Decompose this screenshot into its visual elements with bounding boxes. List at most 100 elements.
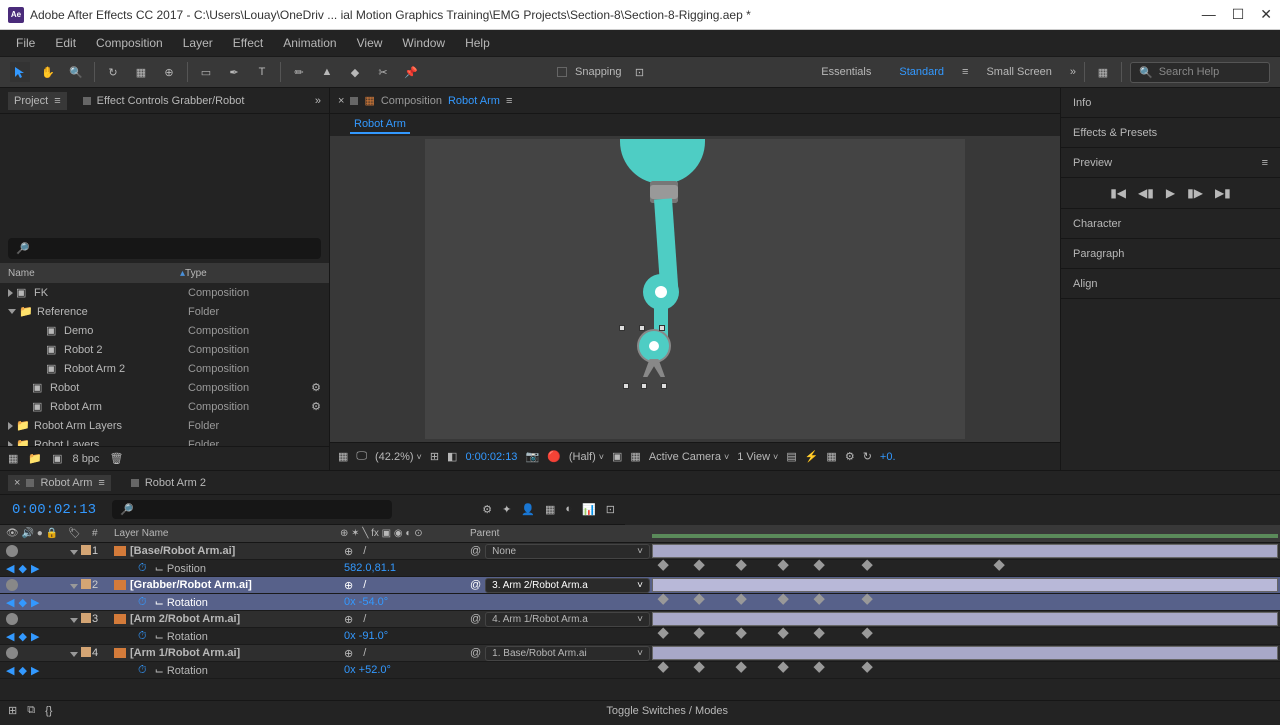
exposure-value[interactable]: +0. — [880, 451, 896, 463]
preview-panel-tab[interactable]: Preview≡ — [1061, 148, 1280, 178]
pickwhip-icon[interactable]: @ — [470, 545, 481, 557]
library-icon[interactable]: ▦ — [1093, 62, 1113, 82]
prev-keyframe-icon[interactable]: ◀ — [6, 664, 14, 677]
keyframe-icon[interactable] — [736, 560, 747, 571]
flowchart-icon[interactable]: ⚙ — [845, 450, 855, 463]
timeline-tab-robot-arm[interactable]: ×Robot Arm≡ — [8, 475, 111, 491]
brush-tool-icon[interactable]: ✏ — [289, 62, 309, 82]
work-area-bar[interactable] — [652, 534, 1278, 538]
align-panel-tab[interactable]: Align — [1061, 269, 1280, 299]
tl-expand-icon[interactable]: ⊞ — [8, 704, 17, 717]
menu-edit[interactable]: Edit — [47, 32, 84, 54]
roi-icon[interactable]: ▣ — [612, 450, 622, 463]
selection-handle[interactable] — [661, 383, 667, 389]
selection-handle[interactable] — [659, 325, 665, 331]
menu-help[interactable]: Help — [457, 32, 498, 54]
next-frame-icon[interactable]: ▮▶ — [1187, 186, 1203, 200]
keyframe-icon[interactable] — [736, 662, 747, 673]
first-frame-icon[interactable]: ▮◀ — [1110, 186, 1126, 200]
stopwatch-icon[interactable]: ⏱ — [138, 664, 147, 677]
timeline-timecode[interactable]: 0:00:02:13 — [0, 502, 108, 518]
mask-toggle-icon[interactable]: ◧ — [447, 450, 457, 463]
eraser-tool-icon[interactable]: ◆ — [345, 62, 365, 82]
prev-keyframe-icon[interactable]: ◀ — [6, 630, 14, 643]
fast-preview-icon[interactable]: ⚡ — [805, 450, 819, 463]
property-value[interactable]: 0x -54.0° — [344, 596, 388, 608]
last-frame-icon[interactable]: ▶▮ — [1215, 186, 1231, 200]
stopwatch-icon[interactable]: ⏱ — [138, 630, 147, 643]
prev-frame-icon[interactable]: ◀▮ — [1138, 186, 1154, 200]
project-item[interactable]: ▣Robot ArmComposition⚙ — [0, 397, 329, 416]
keyframe-icon[interactable] — [694, 594, 705, 605]
property-value[interactable]: 582.0,81.1 — [344, 562, 396, 574]
paragraph-panel-tab[interactable]: Paragraph — [1061, 239, 1280, 269]
snap-options-icon[interactable]: ⊡ — [630, 62, 650, 82]
workspace-menu-icon[interactable]: ≡ — [962, 66, 968, 78]
composition-canvas[interactable] — [425, 139, 965, 439]
keyframe-icon[interactable] — [862, 594, 873, 605]
project-item[interactable]: ▣DemoComposition — [0, 321, 329, 340]
toggle-switches-modes-button[interactable]: Toggle Switches / Modes — [606, 705, 728, 717]
zoom-tool-icon[interactable]: 🔍 — [66, 62, 86, 82]
interpret-footage-icon[interactable]: ▦ — [8, 452, 18, 465]
panel-menu-icon[interactable]: ≡ — [1262, 157, 1268, 169]
menu-effect[interactable]: Effect — [225, 32, 271, 54]
new-comp-icon[interactable]: ▣ — [52, 452, 62, 465]
property-value[interactable]: 0x -91.0° — [344, 630, 388, 642]
workspace-standard[interactable]: Standard — [889, 62, 954, 82]
project-item[interactable]: 📁Robot LayersFolder — [0, 435, 329, 446]
panel-menu-icon[interactable]: ≡ — [506, 95, 512, 107]
keyframe-icon[interactable] — [658, 628, 669, 639]
timeline-layer-row[interactable]: 4 [Arm 1/Robot Arm.ai] ⊕/ @1. Base/Robot… — [0, 645, 1280, 662]
keyframe-icon[interactable] — [778, 560, 789, 571]
timeline-property-row[interactable]: ◀◆▶ ⏱⌙ Position 582.0,81.1 — [0, 560, 1280, 577]
reset-exposure-icon[interactable]: ↻ — [863, 450, 872, 463]
keyframe-icon[interactable] — [814, 560, 825, 571]
property-value[interactable]: 0x +52.0° — [344, 664, 391, 676]
menu-view[interactable]: View — [349, 32, 391, 54]
frame-blend-icon[interactable]: ▦ — [545, 503, 555, 516]
tl-options-icon[interactable]: {} — [45, 705, 52, 717]
rotate-tool-icon[interactable]: ↻ — [103, 62, 123, 82]
delete-icon[interactable]: 🗑 — [109, 452, 123, 465]
add-keyframe-icon[interactable]: ◆ — [18, 562, 26, 575]
parent-dropdown[interactable]: 1. Base/Robot Arm.ai˅ — [485, 646, 650, 661]
panbehind-tool-icon[interactable]: ⊕ — [159, 62, 179, 82]
layer-duration-bar[interactable] — [652, 612, 1278, 626]
menu-composition[interactable]: Composition — [88, 32, 171, 54]
text-tool-icon[interactable]: T — [252, 62, 272, 82]
brainstorm-icon[interactable]: ⊡ — [606, 503, 615, 516]
add-keyframe-icon[interactable]: ◆ — [18, 596, 26, 609]
project-item[interactable]: ▣Robot Arm 2Composition — [0, 359, 329, 378]
keyframe-icon[interactable] — [658, 662, 669, 673]
layer-duration-bar[interactable] — [652, 646, 1278, 660]
stamp-tool-icon[interactable]: ▲ — [317, 62, 337, 82]
project-item[interactable]: ▣Robot 2Composition — [0, 340, 329, 359]
next-keyframe-icon[interactable]: ▶ — [31, 664, 39, 677]
composition-name[interactable]: Robot Arm — [448, 95, 500, 107]
keyframe-icon[interactable] — [862, 628, 873, 639]
keyframe-icon[interactable] — [814, 662, 825, 673]
keyframe-icon[interactable] — [736, 594, 747, 605]
effects-presets-panel-tab[interactable]: Effects & Presets — [1061, 118, 1280, 148]
keyframe-icon[interactable] — [694, 628, 705, 639]
visibility-toggle-icon[interactable] — [6, 545, 18, 557]
alpha-toggle-icon[interactable]: ▦ — [338, 450, 348, 463]
effect-controls-tab[interactable]: Effect Controls Grabber/Robot — [77, 92, 251, 110]
parent-dropdown[interactable]: 3. Arm 2/Robot Arm.a˅ — [485, 578, 650, 593]
zoom-dropdown[interactable]: (42.2%) — [375, 451, 422, 463]
composition-viewer[interactable] — [330, 136, 1060, 442]
visibility-toggle-icon[interactable] — [6, 647, 18, 659]
visibility-toggle-icon[interactable] — [6, 579, 18, 591]
menu-file[interactable]: File — [8, 32, 43, 54]
keyframe-icon[interactable] — [814, 628, 825, 639]
roto-tool-icon[interactable]: ✂ — [373, 62, 393, 82]
panel-overflow-icon[interactable]: » — [315, 95, 321, 107]
layer-duration-bar[interactable] — [652, 544, 1278, 558]
graph-editor-icon[interactable]: 📊 — [582, 503, 596, 516]
keyframe-icon[interactable] — [658, 560, 669, 571]
keyframe-icon[interactable] — [862, 560, 873, 571]
workspace-essentials[interactable]: Essentials — [811, 62, 881, 82]
maximize-button[interactable]: ☐ — [1232, 6, 1245, 23]
tab-close-icon[interactable]: × — [338, 95, 344, 107]
